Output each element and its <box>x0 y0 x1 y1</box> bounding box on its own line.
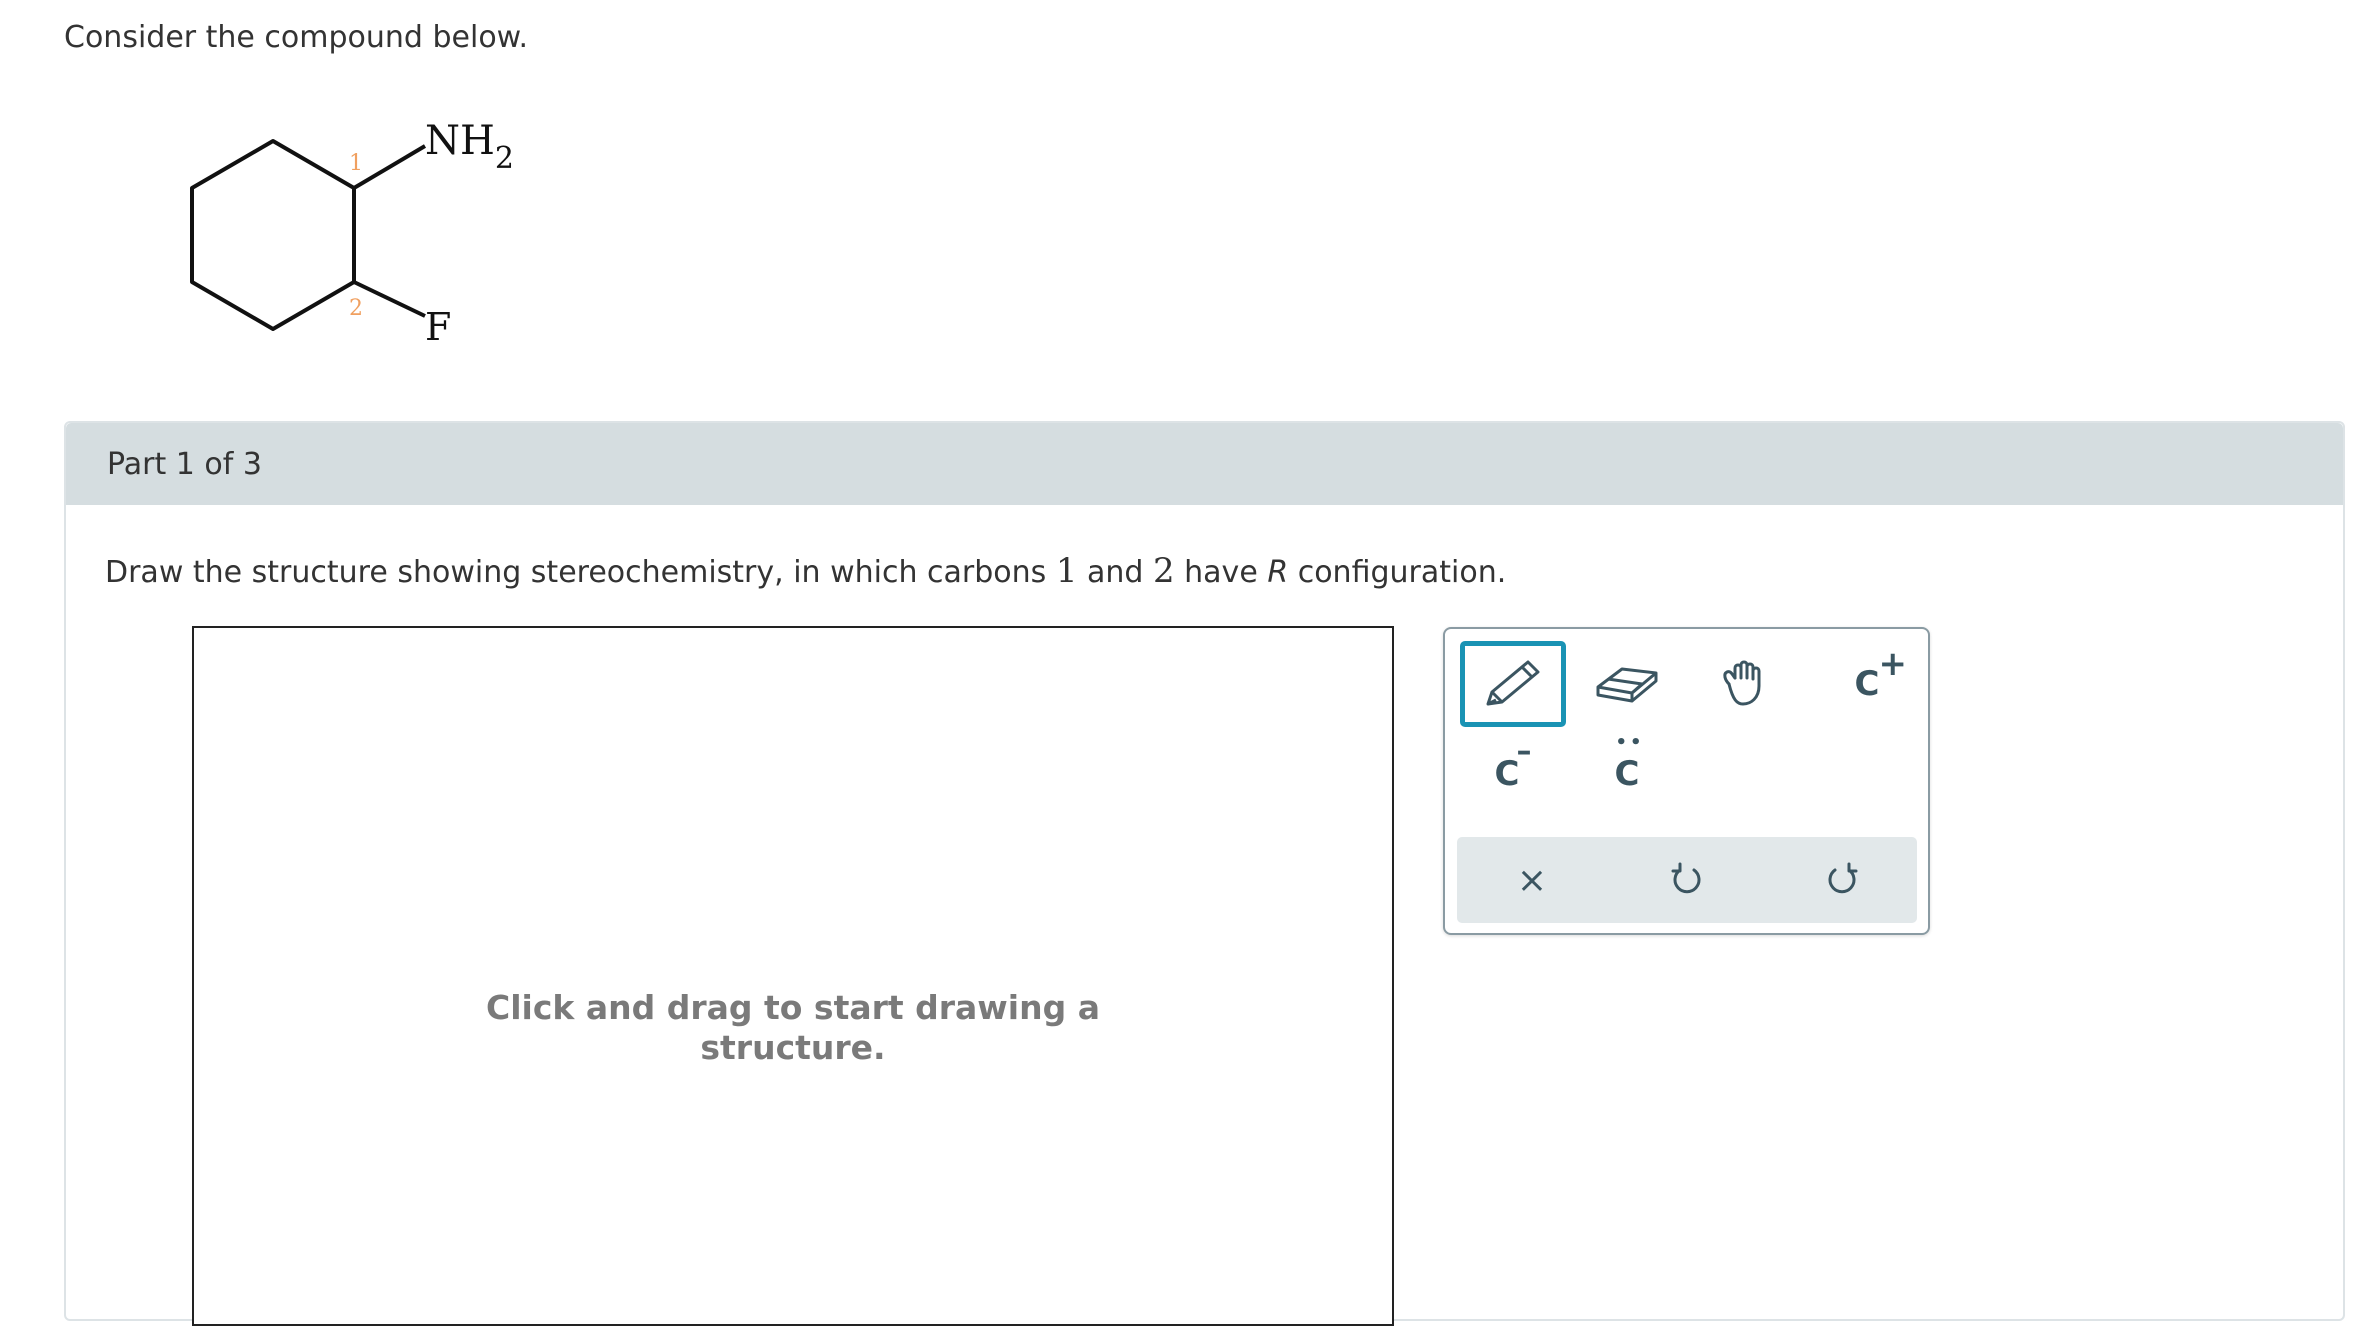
instruction-text: Draw the structure showing stereochemist… <box>105 555 1056 590</box>
carbon-label-2: 2 <box>349 296 363 321</box>
nh-text: NH <box>425 118 495 164</box>
carbon-label-1: 1 <box>349 151 363 176</box>
cyclohexane-structure: 1 2 NH2 F <box>190 118 514 349</box>
drawing-toolbar: C + C – •• C × <box>1443 627 1930 935</box>
canvas-hint: Click and drag to start drawing a struct… <box>194 988 1392 1068</box>
redo-button[interactable] <box>1792 837 1892 923</box>
positive-charge-c: C <box>1854 664 1880 704</box>
canvas-hint-line-2: structure. <box>700 1028 886 1067</box>
part-instruction: Draw the structure showing stereochemist… <box>105 551 1506 591</box>
close-icon: × <box>1516 859 1548 901</box>
lone-pair-c: C <box>1614 754 1640 794</box>
negative-charge-tool[interactable]: C – <box>1457 734 1557 814</box>
pencil-tool[interactable] <box>1460 641 1566 727</box>
minus-icon: – <box>1516 734 1532 769</box>
carbon-number-1: 1 <box>1055 551 1078 591</box>
undo-icon <box>1671 862 1701 894</box>
configuration-r: R <box>1267 555 1289 590</box>
carbon-number-2: 2 <box>1152 551 1175 591</box>
pencil-icon <box>1486 660 1540 706</box>
eraser-icon <box>1596 667 1658 703</box>
part-header: Part 1 of 3 <box>66 423 2343 505</box>
bond-to-f <box>353 280 426 318</box>
hand-tool[interactable] <box>1697 641 1797 727</box>
lone-pair-dots-icon: •• <box>1615 732 1645 753</box>
eraser-tool[interactable] <box>1577 641 1677 727</box>
nh2-subscript: 2 <box>495 141 514 176</box>
ring-bonds <box>190 139 356 331</box>
substituent-f: F <box>425 305 451 349</box>
substituent-nh2: NH2 <box>425 118 514 176</box>
question-prompt: Consider the compound below. <box>64 20 529 55</box>
instruction-and: and <box>1077 555 1153 590</box>
lone-pair-tool[interactable]: •• C <box>1577 732 1677 814</box>
canvas-hint-line-1: Click and drag to start drawing a <box>486 988 1100 1027</box>
positive-charge-tool[interactable]: C + <box>1817 641 1917 727</box>
negative-charge-label: C – <box>1495 734 1532 794</box>
instruction-have: have <box>1174 555 1268 590</box>
plus-icon: + <box>1878 644 1908 684</box>
clear-button[interactable]: × <box>1482 837 1582 923</box>
redo-icon <box>1828 862 1858 894</box>
bond-to-nh2 <box>352 144 427 190</box>
positive-charge-label: C + <box>1854 644 1908 704</box>
part-title: Part 1 of 3 <box>107 447 262 482</box>
lone-pair-label: •• C <box>1614 732 1642 794</box>
action-bar: × <box>1457 837 1917 923</box>
drawing-canvas[interactable]: Click and drag to start drawing a struct… <box>192 626 1394 1326</box>
hand-icon <box>1723 660 1761 706</box>
instruction-after: configuration. <box>1288 555 1507 590</box>
undo-button[interactable] <box>1637 837 1737 923</box>
